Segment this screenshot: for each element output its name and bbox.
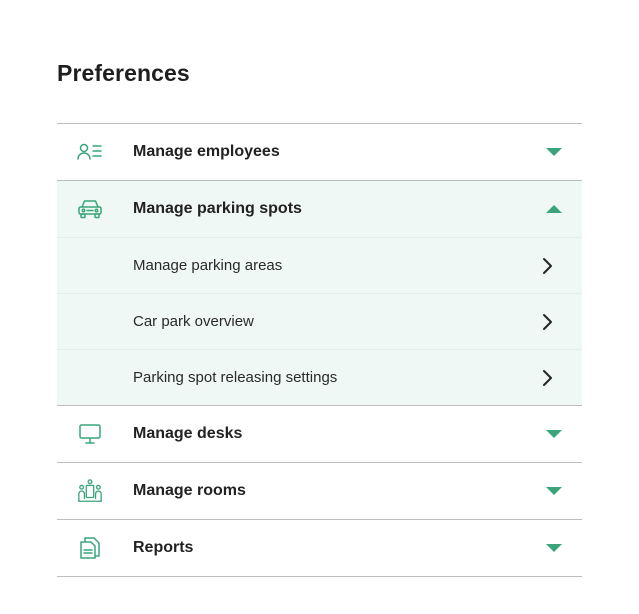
section-manage-desks: Manage desks: [57, 406, 582, 463]
reports-header[interactable]: Reports: [57, 520, 582, 576]
manage-parking-spots-header[interactable]: Manage parking spots: [57, 181, 582, 237]
chevron-down-icon: [546, 430, 562, 438]
sub-item-manage-parking-areas[interactable]: Manage parking areas: [57, 237, 582, 293]
meeting-room-icon: [77, 478, 103, 504]
document-icon: [77, 535, 103, 561]
car-icon: [77, 196, 103, 222]
monitor-icon: [77, 421, 103, 447]
section-reports: Reports: [57, 520, 582, 577]
preferences-list: Manage employees Manage parking spots Ma…: [57, 123, 582, 577]
section-manage-rooms: Manage rooms: [57, 463, 582, 520]
manage-employees-label: Manage employees: [133, 143, 280, 160]
section-manage-parking-spots: Manage parking spots Manage parking area…: [57, 181, 582, 406]
sub-item-car-park-overview[interactable]: Car park overview: [57, 293, 582, 349]
manage-parking-spots-label: Manage parking spots: [133, 200, 302, 217]
sub-item-label: Car park overview: [133, 313, 254, 330]
chevron-right-icon: [538, 257, 556, 275]
chevron-right-icon: [538, 369, 556, 387]
manage-desks-label: Manage desks: [133, 425, 243, 442]
sub-item-parking-spot-releasing-settings[interactable]: Parking spot releasing settings: [57, 349, 582, 405]
reports-label: Reports: [133, 539, 194, 556]
chevron-up-icon: [546, 205, 562, 213]
section-manage-employees: Manage employees: [57, 124, 582, 181]
manage-rooms-label: Manage rooms: [133, 482, 246, 499]
page-title: Preferences: [57, 60, 190, 86]
chevron-right-icon: [538, 313, 556, 331]
sub-item-label: Parking spot releasing settings: [133, 369, 338, 386]
chevron-down-icon: [546, 544, 562, 552]
manage-employees-header[interactable]: Manage employees: [57, 124, 582, 180]
chevron-down-icon: [546, 148, 562, 156]
employees-list-icon: [77, 139, 103, 165]
chevron-down-icon: [546, 487, 562, 495]
manage-desks-header[interactable]: Manage desks: [57, 406, 582, 462]
manage-rooms-header[interactable]: Manage rooms: [57, 463, 582, 519]
sub-item-label: Manage parking areas: [133, 257, 283, 274]
